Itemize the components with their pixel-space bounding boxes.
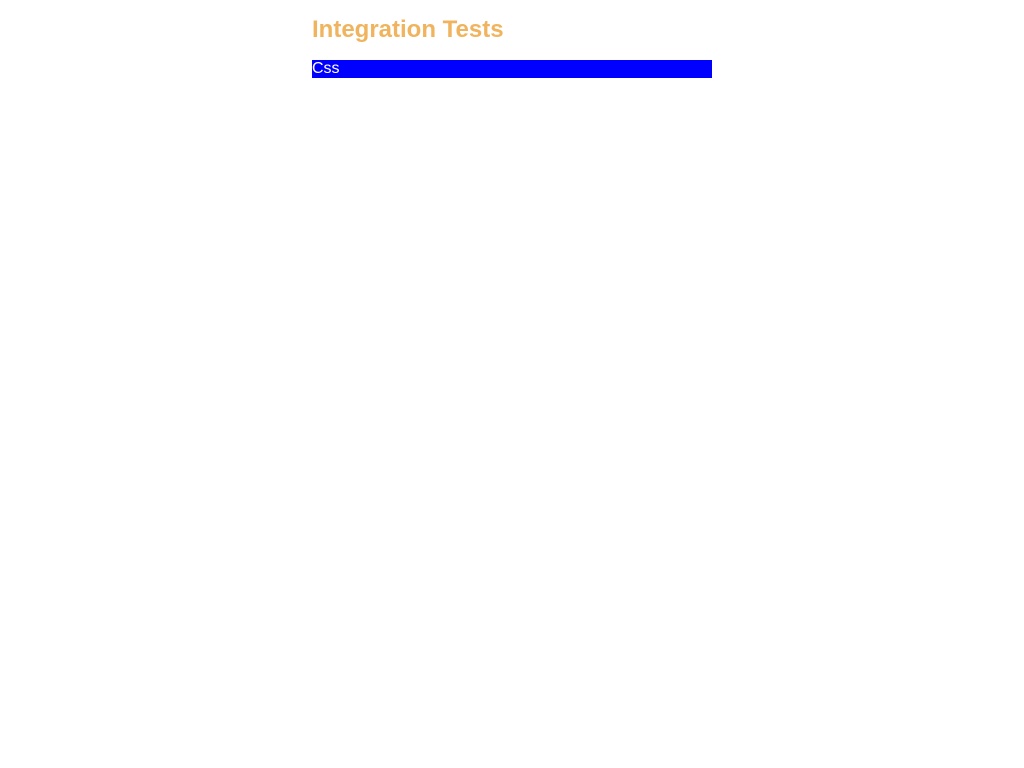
- test-row-css: Css: [312, 60, 712, 78]
- page-title: Integration Tests: [312, 16, 504, 43]
- main-content: Integration Tests Css: [312, 0, 712, 78]
- page: Integration Tests Css: [0, 0, 1024, 768]
- test-row-label: Css: [312, 60, 340, 77]
